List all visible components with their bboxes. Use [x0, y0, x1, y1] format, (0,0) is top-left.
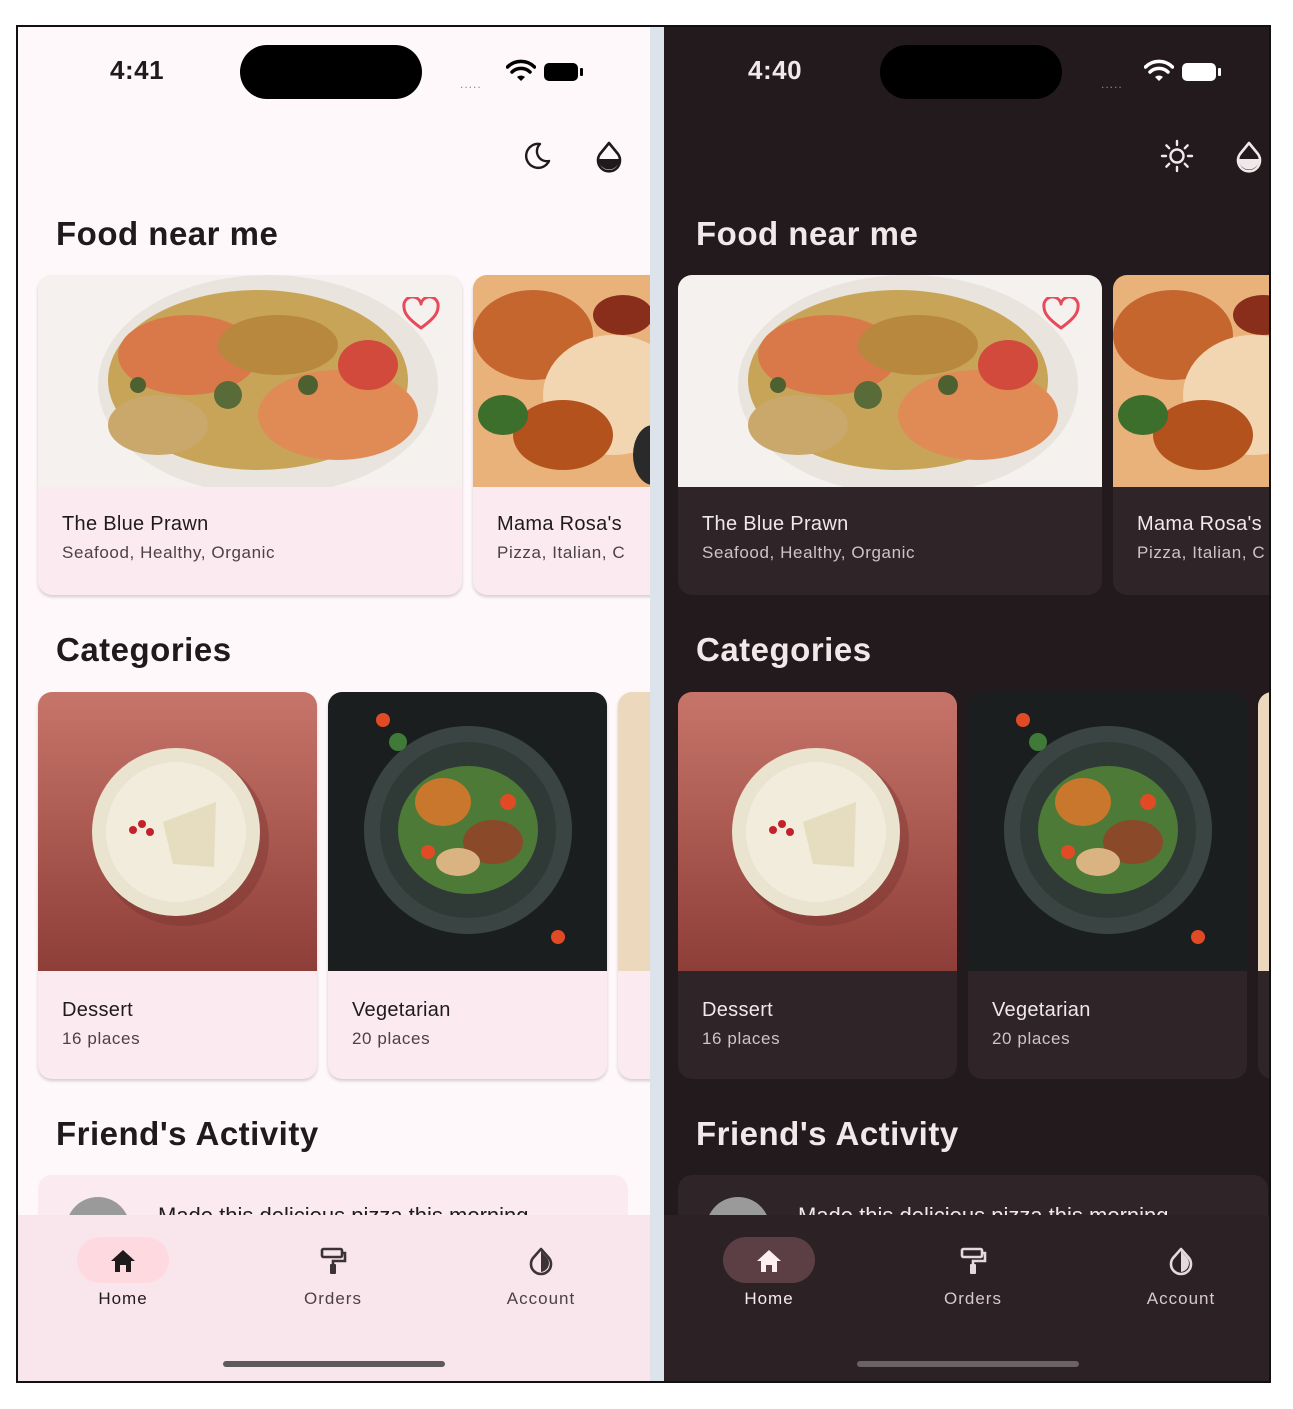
- home-indicator[interactable]: [223, 1361, 445, 1367]
- restaurant-name: The Blue Prawn: [62, 513, 209, 535]
- restaurant-tags: Pizza, Italian, C: [1137, 543, 1266, 562]
- dark-mode-screen: 4:40 ..... Food near me The Blue Prawn S…: [664, 27, 1269, 1381]
- category-name: Vegetarian: [992, 999, 1091, 1021]
- section-title-food-near-me: Food near me: [56, 215, 279, 252]
- roller-icon: [960, 1247, 987, 1274]
- restaurant-tags: Seafood, Healthy, Organic: [62, 543, 276, 562]
- category-name: Dessert: [62, 999, 134, 1021]
- roller-icon: [320, 1247, 347, 1274]
- contrast-icon: [529, 1247, 553, 1276]
- contrast-icon: [1169, 1247, 1193, 1276]
- category-name: Vegetarian: [352, 999, 451, 1021]
- drop-icon[interactable]: [1232, 139, 1266, 173]
- category-image: [38, 692, 317, 971]
- home-indicator[interactable]: [856, 1361, 1079, 1367]
- category-image: [968, 692, 1247, 971]
- status-bar: 4:40 .....: [664, 27, 1269, 117]
- nav-label: Account: [1146, 1289, 1216, 1308]
- section-title-food-near-me: Food near me: [696, 215, 919, 252]
- nav-account[interactable]: Account: [1076, 1215, 1269, 1325]
- restaurant-image: [678, 275, 1102, 487]
- signal-icon: .....: [460, 77, 482, 91]
- category-name: Dessert: [702, 999, 774, 1021]
- bottom-navigation: Home Orders Account: [664, 1215, 1269, 1381]
- category-card-dessert[interactable]: Dessert 16 places: [678, 692, 957, 1079]
- dynamic-island: [240, 45, 422, 99]
- category-count: 16 places: [702, 1029, 781, 1048]
- section-title-categories: Categories: [56, 631, 232, 668]
- restaurant-tags: Seafood, Healthy, Organic: [702, 543, 916, 562]
- nav-home[interactable]: Home: [18, 1215, 228, 1325]
- signal-icon: .....: [1101, 77, 1123, 91]
- battery-icon: [1182, 63, 1222, 81]
- section-title-friends-activity: Friend's Activity: [56, 1115, 319, 1152]
- category-count: 20 places: [352, 1029, 431, 1048]
- wifi-icon: [1144, 59, 1174, 81]
- restaurant-name: Mama Rosa's: [1137, 513, 1262, 535]
- section-title-categories: Categories: [696, 631, 872, 668]
- category-image: [328, 692, 607, 971]
- nav-label: Orders: [304, 1289, 362, 1308]
- screen-divider: [650, 27, 664, 1381]
- home-icon: [111, 1250, 135, 1272]
- category-card-vegetarian[interactable]: Vegetarian 20 places: [968, 692, 1247, 1079]
- drop-icon[interactable]: [592, 139, 626, 173]
- category-card[interactable]: [618, 692, 650, 1079]
- restaurant-image: [1113, 275, 1269, 487]
- nav-label: Orders: [944, 1289, 1002, 1308]
- nav-orders[interactable]: Orders: [868, 1215, 1078, 1325]
- category-card-dessert[interactable]: Dessert 16 places: [38, 692, 317, 1079]
- restaurant-name: The Blue Prawn: [702, 513, 849, 535]
- status-time: 4:41: [110, 55, 165, 85]
- light-mode-screen: 4:41 ..... Food near me The Blue Prawn S…: [18, 27, 650, 1381]
- bottom-navigation: Home Orders Account: [18, 1215, 650, 1381]
- favorite-heart-icon[interactable]: [402, 297, 440, 331]
- category-card-vegetarian[interactable]: Vegetarian 20 places: [328, 692, 607, 1079]
- nav-label: Home: [744, 1289, 794, 1308]
- restaurant-image: [38, 275, 462, 487]
- wifi-icon: [506, 59, 536, 81]
- category-image: [1258, 692, 1269, 971]
- category-card[interactable]: [1258, 692, 1269, 1079]
- restaurant-tags: Pizza, Italian, C: [497, 543, 626, 562]
- restaurant-card[interactable]: Mama Rosa's Pizza, Italian, C: [473, 275, 650, 595]
- section-title-friends-activity: Friend's Activity: [696, 1115, 959, 1152]
- restaurant-name: Mama Rosa's: [497, 513, 622, 535]
- nav-label: Account: [506, 1289, 576, 1308]
- nav-home[interactable]: Home: [664, 1215, 874, 1325]
- category-image: [618, 692, 650, 971]
- restaurant-card[interactable]: Mama Rosa's Pizza, Italian, C: [1113, 275, 1269, 595]
- nav-label: Home: [98, 1289, 148, 1308]
- nav-account[interactable]: Account: [436, 1215, 646, 1325]
- restaurant-card[interactable]: The Blue Prawn Seafood, Healthy, Organic: [678, 275, 1102, 595]
- home-icon: [757, 1250, 781, 1272]
- restaurant-image: [473, 275, 650, 487]
- status-time: 4:40: [748, 55, 803, 85]
- sun-icon[interactable]: [1160, 139, 1194, 173]
- status-bar: 4:41 .....: [18, 27, 650, 117]
- category-count: 16 places: [62, 1029, 141, 1048]
- favorite-heart-icon[interactable]: [1042, 297, 1080, 331]
- moon-icon[interactable]: [520, 139, 554, 173]
- battery-icon: [544, 63, 584, 81]
- category-image: [678, 692, 957, 971]
- nav-orders[interactable]: Orders: [228, 1215, 438, 1325]
- comparison-frame: 4:41 ..... Food near me The Blue Prawn S…: [16, 25, 1271, 1383]
- restaurant-card[interactable]: The Blue Prawn Seafood, Healthy, Organic: [38, 275, 462, 595]
- category-count: 20 places: [992, 1029, 1071, 1048]
- dynamic-island: [880, 45, 1062, 99]
